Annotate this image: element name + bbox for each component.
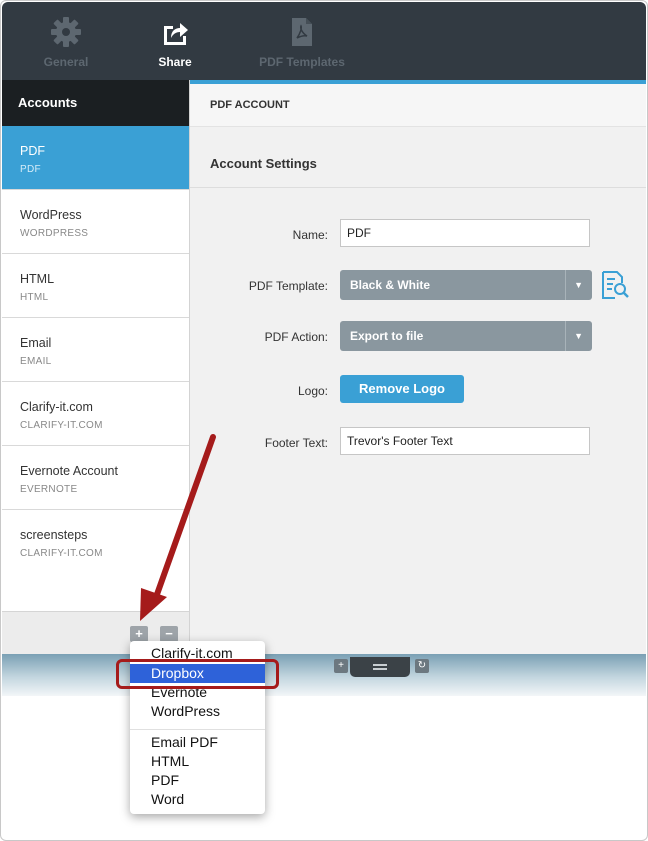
annotation-arrow: [140, 434, 216, 621]
